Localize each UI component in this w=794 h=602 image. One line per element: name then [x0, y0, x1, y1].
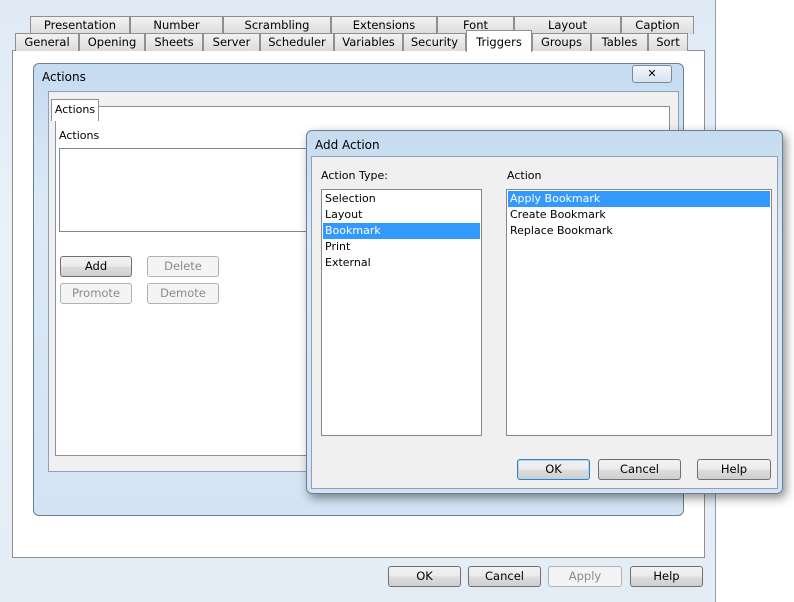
tab-variables[interactable]: Variables [334, 33, 403, 51]
action-type-item[interactable]: Bookmark [323, 223, 480, 239]
tab-caption[interactable]: Caption [621, 16, 694, 34]
tab-triggers[interactable]: Triggers [466, 30, 532, 52]
help-button[interactable]: Help [630, 566, 703, 587]
action-list[interactable]: Apply Bookmark Create Bookmark Replace Boo… [506, 189, 772, 436]
actions-dialog-title: Actions [42, 70, 86, 84]
add-action-dialog: Add Action Action Type: Selection Layout B… [306, 130, 783, 494]
tab-number[interactable]: Number [130, 16, 223, 34]
action-type-item[interactable]: External [323, 255, 480, 271]
delete-button[interactable]: Delete [147, 256, 219, 277]
add-action-body: Action Type: Selection Layout Bookmark Prin… [311, 156, 778, 489]
tab-groups[interactable]: Groups [532, 33, 591, 51]
ok-button[interactable]: OK [388, 566, 461, 587]
tab-presentation[interactable]: Presentation [30, 16, 130, 34]
add-action-cancel-button[interactable]: Cancel [598, 459, 681, 480]
actions-list-label: Actions [59, 129, 100, 142]
action-type-item[interactable]: Layout [323, 207, 480, 223]
action-type-label: Action Type: [321, 169, 388, 182]
close-icon: ✕ [647, 67, 657, 80]
tab-sort[interactable]: Sort [648, 33, 688, 51]
tab-actions[interactable]: Actions [51, 99, 99, 121]
action-item[interactable]: Create Bookmark [508, 207, 770, 223]
action-type-item[interactable]: Print [323, 239, 480, 255]
add-action-title: Add Action [315, 138, 380, 152]
action-label: Action [507, 169, 542, 182]
add-button[interactable]: Add [60, 256, 132, 277]
demote-button[interactable]: Demote [147, 283, 219, 304]
add-action-ok-button[interactable]: OK [517, 459, 590, 480]
promote-button[interactable]: Promote [60, 283, 132, 304]
apply-button[interactable]: Apply [548, 566, 622, 587]
tab-extensions[interactable]: Extensions [331, 16, 437, 34]
cancel-button[interactable]: Cancel [468, 566, 541, 587]
tab-scheduler[interactable]: Scheduler [260, 33, 334, 51]
tab-server[interactable]: Server [203, 33, 260, 51]
action-type-list[interactable]: Selection Layout Bookmark Print External [321, 189, 482, 436]
tab-scrambling[interactable]: Scrambling [223, 16, 331, 34]
close-button[interactable]: ✕ [632, 65, 672, 83]
tab-sheets[interactable]: Sheets [145, 33, 203, 51]
tab-tables[interactable]: Tables [591, 33, 648, 51]
tab-security[interactable]: Security [403, 33, 466, 51]
tab-opening[interactable]: Opening [79, 33, 145, 51]
action-item[interactable]: Apply Bookmark [508, 191, 770, 207]
action-item[interactable]: Replace Bookmark [508, 223, 770, 239]
add-action-help-button[interactable]: Help [697, 459, 771, 480]
tab-general[interactable]: General [15, 33, 79, 51]
action-type-item[interactable]: Selection [323, 191, 480, 207]
